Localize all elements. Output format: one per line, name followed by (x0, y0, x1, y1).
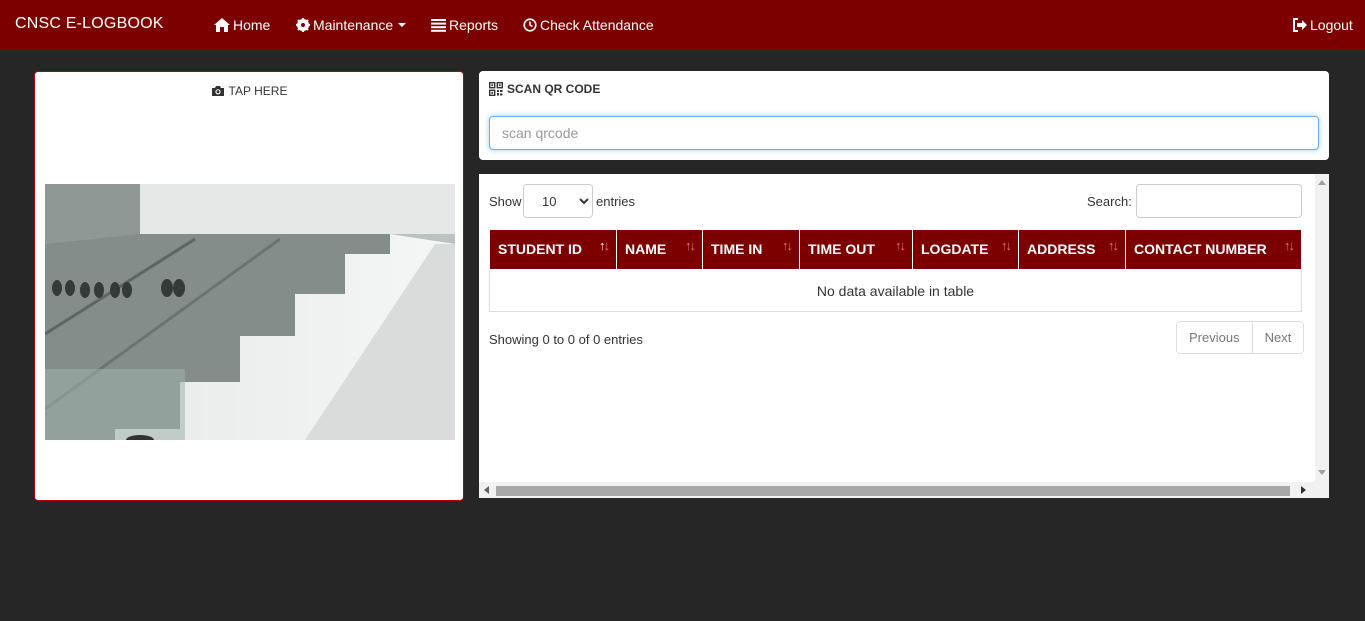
camera-feed-image (45, 184, 455, 440)
chevron-down-icon (398, 23, 407, 27)
list-icon (431, 18, 446, 32)
sort-asc-icon: ↑↓ (599, 238, 610, 253)
column-header-address[interactable]: ADDRESS ↑↓ (1018, 229, 1126, 271)
sort-icon: ↑↓ (1108, 238, 1119, 253)
column-label: CONTACT NUMBER (1134, 241, 1267, 258)
sort-icon: ↑↓ (782, 238, 793, 253)
sort-icon: ↑↓ (1284, 238, 1295, 253)
scroll-up-icon[interactable] (1318, 180, 1326, 185)
horizontal-scroll-thumb[interactable] (496, 486, 1290, 496)
scan-qr-title: SCAN QR CODE (507, 82, 601, 96)
column-label: NAME (625, 241, 667, 258)
tap-here-button[interactable]: TAP HERE (35, 84, 463, 98)
camera-icon (211, 86, 224, 96)
column-label: ADDRESS (1027, 241, 1096, 258)
column-header-logdate[interactable]: LOGDATE ↑↓ (912, 229, 1019, 271)
nav-home[interactable]: Home (214, 15, 270, 35)
scan-qr-panel: SCAN QR CODE (479, 71, 1329, 160)
previous-page-button[interactable]: Previous (1177, 322, 1252, 353)
nav-check-attendance[interactable]: Check Attendance (523, 15, 654, 35)
column-label: STUDENT ID (498, 241, 582, 258)
table-info: Showing 0 to 0 of 0 entries (489, 332, 643, 347)
gear-icon (296, 18, 310, 32)
horizontal-scrollbar[interactable] (479, 482, 1329, 498)
show-label: Show (489, 194, 522, 209)
logout-link[interactable]: Logout (1292, 15, 1353, 35)
qrcode-input[interactable] (489, 116, 1319, 150)
top-navbar: CNSC E-LOGBOOK Home Maintenance Reports … (0, 0, 1365, 50)
logout-icon (1293, 18, 1307, 32)
home-icon (214, 18, 230, 32)
nav-home-label: Home (233, 17, 271, 33)
table-search-input[interactable] (1136, 184, 1302, 218)
attendance-table: STUDENT ID ↑↓ NAME ↑↓ TIME IN ↑↓ TIME OUT ↑↓… (489, 229, 1302, 312)
qrcode-icon (489, 82, 503, 96)
column-header-student-id[interactable]: STUDENT ID ↑↓ (489, 229, 617, 271)
logout-label: Logout (1310, 17, 1353, 33)
next-page-button[interactable]: Next (1251, 322, 1304, 353)
nav-reports-label: Reports (449, 17, 499, 33)
table-row: No data available in table (489, 269, 1302, 312)
column-header-contact-number[interactable]: CONTACT NUMBER ↑↓ (1125, 229, 1302, 271)
sort-icon: ↑↓ (1001, 238, 1012, 253)
search-label: Search: (1087, 194, 1132, 209)
attendance-table-panel: Show 10 25 50 100 entries Search: STUDEN… (479, 174, 1329, 498)
scroll-right-icon[interactable] (1301, 486, 1306, 494)
nav-maintenance-label: Maintenance (313, 17, 394, 33)
nav-reports[interactable]: Reports (431, 15, 498, 35)
column-header-time-out[interactable]: TIME OUT ↑↓ (799, 229, 913, 271)
clock-icon (523, 18, 537, 32)
column-label: LOGDATE (921, 241, 989, 258)
table-header-row: STUDENT ID ↑↓ NAME ↑↓ TIME IN ↑↓ TIME OUT ↑↓… (489, 229, 1302, 271)
nav-maintenance[interactable]: Maintenance (296, 15, 407, 35)
scroll-down-icon[interactable] (1318, 470, 1326, 475)
camera-panel: TAP HERE (34, 71, 464, 501)
scroll-left-icon[interactable] (484, 486, 489, 494)
column-header-time-in[interactable]: TIME IN ↑↓ (702, 229, 800, 271)
tap-here-label: TAP HERE (228, 84, 288, 98)
camera-preview[interactable] (45, 184, 455, 440)
entries-length-select[interactable]: 10 25 50 100 (523, 184, 593, 218)
sort-icon: ↑↓ (895, 238, 906, 253)
nav-check-attendance-label: Check Attendance (540, 17, 654, 33)
column-label: TIME IN (711, 241, 763, 258)
column-label: TIME OUT (808, 241, 875, 258)
brand-title[interactable]: CNSC E-LOGBOOK (15, 15, 164, 33)
column-header-name[interactable]: NAME ↑↓ (616, 229, 703, 271)
empty-table-message: No data available in table (489, 269, 1302, 312)
vertical-scrollbar[interactable] (1315, 174, 1329, 482)
pagination: Previous Next (1176, 321, 1305, 354)
sort-icon: ↑↓ (685, 238, 696, 253)
entries-label: entries (596, 194, 636, 209)
scan-qr-heading: SCAN QR CODE (489, 82, 600, 96)
